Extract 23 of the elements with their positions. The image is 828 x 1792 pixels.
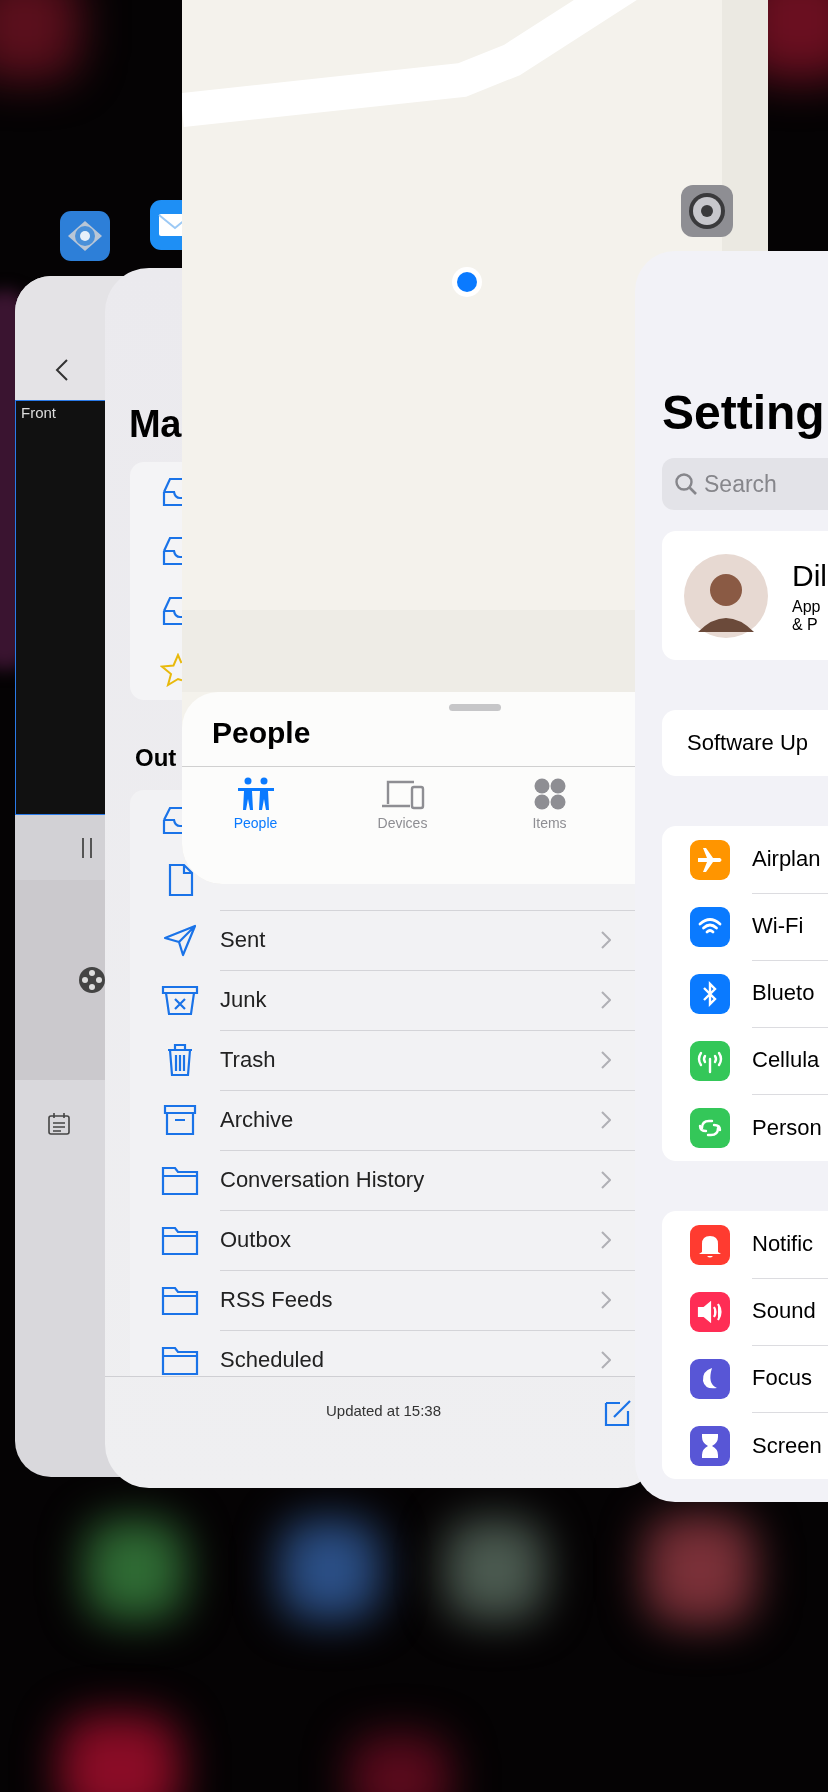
row-label: Wi-Fi: [752, 913, 804, 939]
row-label: Sound: [752, 1298, 816, 1324]
folder-name: Junk: [220, 986, 267, 1013]
preview-label: Front: [21, 404, 56, 421]
folder-name: Trash: [220, 1046, 276, 1073]
section-header: Out: [134, 744, 178, 772]
update-status: Updated at 15:38: [325, 1402, 442, 1419]
folder-name: Outbox: [220, 1226, 291, 1253]
folder-name: Archive: [220, 1106, 294, 1133]
profile-subtitle: & P: [792, 615, 819, 634]
folder-name: RSS Feeds: [220, 1286, 333, 1313]
folder-name: Conversation History: [220, 1166, 425, 1193]
row-label: Focus: [752, 1365, 812, 1391]
row-label: Cellula: [752, 1047, 820, 1073]
mail-title: Ma: [128, 402, 181, 447]
folder-name: Sent: [220, 926, 266, 953]
folder-name: Scheduled: [220, 1347, 324, 1373]
profile-subtitle: App: [792, 597, 822, 616]
row-label: Notific: [752, 1231, 814, 1257]
profile-name: Dil: [792, 557, 827, 594]
row-label: Person: [752, 1114, 822, 1141]
row-label: Screen: [752, 1432, 822, 1459]
row-label: Blueto: [752, 980, 815, 1006]
